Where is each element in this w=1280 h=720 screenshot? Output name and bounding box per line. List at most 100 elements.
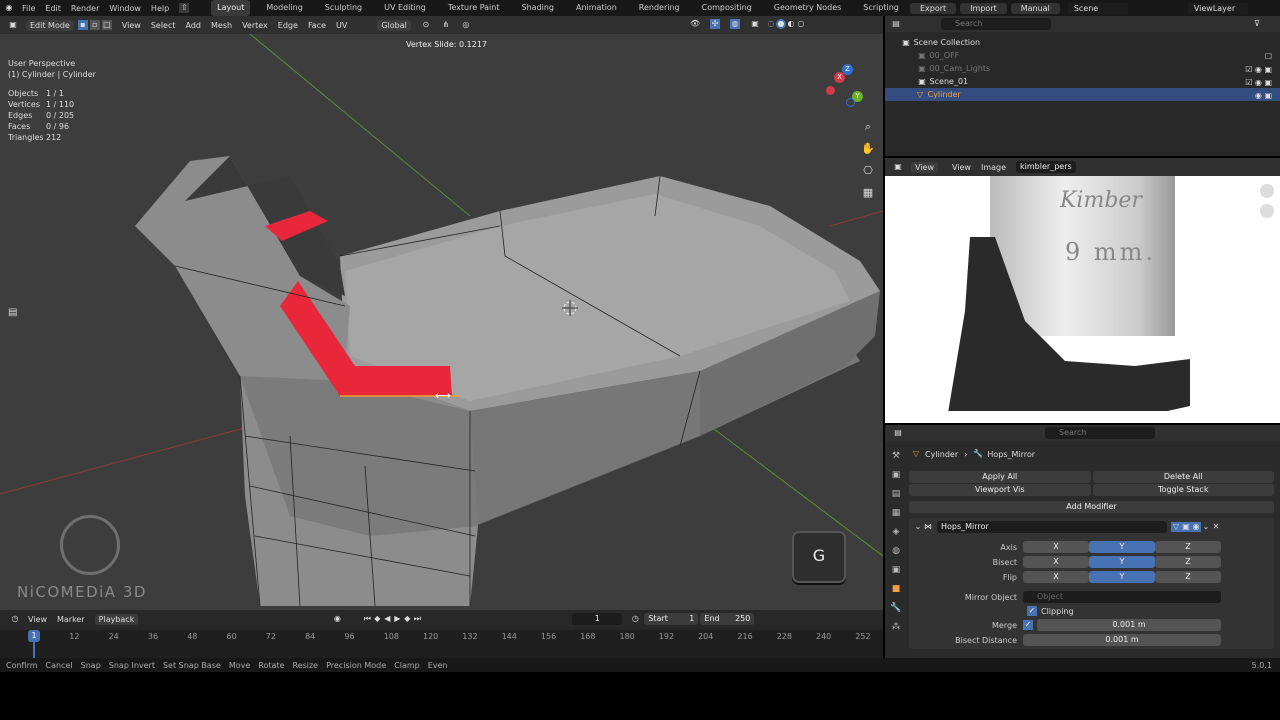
checkbox-icon[interactable]: ☐ — [1265, 52, 1272, 61]
modifier-name-field[interactable]: Hops_Mirror — [937, 521, 1167, 533]
image-name-field[interactable]: kimbler_pers — [1016, 161, 1077, 173]
delete-all-button[interactable]: Delete All — [1092, 471, 1274, 483]
menu-edit[interactable]: Edit — [45, 4, 61, 13]
menu-vertex[interactable]: Vertex — [242, 21, 268, 30]
dropdown-icon[interactable]: ⌄ — [1201, 522, 1211, 532]
gizmo-neg-z[interactable] — [846, 98, 855, 107]
scene-selector[interactable]: Scene — [1067, 2, 1128, 14]
outliner-scene-collection[interactable]: ▣ Scene Collection — [901, 36, 1280, 49]
clock-icon[interactable]: ◷ — [10, 614, 20, 624]
menu-view[interactable]: View — [122, 21, 141, 30]
zoom-icon[interactable] — [1260, 184, 1274, 198]
tool-tab-icon[interactable]: ⚒ — [889, 447, 903, 466]
shading-wireframe-icon[interactable]: ◌ — [766, 19, 776, 29]
export-button[interactable]: Export — [910, 2, 957, 14]
outliner-item[interactable]: ▣ 00_Cam_Lights — [901, 62, 1280, 75]
visibility-icon[interactable]: 👁 — [690, 19, 700, 29]
clipping-checkbox[interactable]: ✓ — [1027, 606, 1037, 616]
next-key-icon[interactable]: ◆ — [402, 614, 412, 624]
vertex-select-icon[interactable]: ▪ — [77, 20, 88, 30]
snap-icon[interactable]: ⋔ — [441, 20, 451, 30]
collection-tab-icon[interactable]: ▣ — [889, 561, 903, 580]
flip-x[interactable]: X — [1023, 571, 1089, 583]
toolbar-toggle-icon[interactable]: ▤ — [8, 307, 17, 318]
outliner-item[interactable]: ▣ Scene_01 — [901, 75, 1280, 88]
menu-select[interactable]: Select — [151, 21, 176, 30]
shading-material-icon[interactable]: ◐ — [786, 19, 796, 29]
overlay-toggle-icon[interactable]: ◍ — [730, 19, 740, 29]
mirror-object-field[interactable]: Object — [1023, 591, 1221, 603]
end-frame-field[interactable]: End 250 — [700, 613, 755, 625]
toggle-stack-button[interactable]: Toggle Stack — [1092, 484, 1274, 496]
timeline-menu-view[interactable]: View — [28, 615, 47, 624]
image-view-mode[interactable]: View — [911, 161, 938, 173]
menu-face[interactable]: Face — [308, 21, 326, 30]
tab-shading[interactable]: Shading — [515, 0, 560, 16]
viewport-3d[interactable]: ⟷ — [0, 16, 883, 610]
menu-render[interactable]: Render — [71, 4, 99, 13]
timeline-ruler[interactable]: 1 12 24 36 48 60 72 84 96 108 120 132 144 156 168 180 19… — [0, 630, 883, 658]
axis-y[interactable]: Y — [1089, 541, 1155, 553]
scene-tab-icon[interactable]: ◈ — [889, 523, 903, 542]
merge-distance-field[interactable]: 0.001 m — [1037, 619, 1221, 631]
modifier-tab-icon[interactable]: 🔧 — [889, 599, 903, 618]
jump-start-icon[interactable]: ⏮ — [362, 614, 372, 624]
outliner-editor-icon[interactable]: ▤ — [891, 19, 901, 29]
gizmo-x[interactable]: X — [834, 72, 845, 83]
view-layer-tab-icon[interactable]: ▦ — [889, 504, 903, 523]
tab-uv-editing[interactable]: UV Editing — [378, 0, 432, 16]
camera-icon[interactable]: ▣ — [1264, 91, 1272, 100]
stopwatch-icon[interactable]: ◷ — [630, 614, 640, 624]
shading-solid-icon[interactable]: ● — [776, 19, 786, 29]
properties-search[interactable]: Search — [1045, 427, 1155, 439]
timeline-menu-marker[interactable]: Marker — [57, 615, 85, 624]
menu-window[interactable]: Window — [109, 4, 141, 13]
navigation-gizmo[interactable]: Z X Y — [822, 62, 870, 110]
bisect-z[interactable]: Z — [1155, 556, 1221, 568]
edge-select-icon[interactable]: ▫ — [89, 20, 100, 30]
outliner-search[interactable]: Search — [941, 18, 1051, 30]
render-tab-icon[interactable]: ▣ — [889, 466, 903, 485]
checkbox-icon[interactable]: ☑ — [1245, 65, 1252, 74]
collapse-icon[interactable]: ⌄ — [913, 522, 923, 532]
jump-end-icon[interactable]: ⏭ — [412, 614, 422, 624]
tab-rendering[interactable]: Rendering — [633, 0, 686, 16]
menu-file[interactable]: File — [22, 4, 35, 13]
prev-key-icon[interactable]: ◆ — [372, 614, 382, 624]
proportional-edit-icon[interactable]: ◎ — [461, 20, 471, 30]
timeline-menu-playback[interactable]: Playback — [94, 613, 139, 625]
render-toggle-icon[interactable]: ◉ — [1191, 522, 1201, 532]
viewport-vis-button[interactable]: Viewport Vis — [909, 484, 1091, 496]
tab-animation[interactable]: Animation — [570, 0, 623, 16]
flip-y[interactable]: Y — [1089, 571, 1155, 583]
mode-selector[interactable]: Edit Mode — [26, 19, 74, 31]
view-layer-selector[interactable]: ViewLayer — [1187, 2, 1248, 14]
face-select-icon[interactable]: □ — [101, 20, 112, 30]
pan-hand-icon[interactable]: ✋ — [861, 138, 875, 160]
flip-z[interactable]: Z — [1155, 571, 1221, 583]
tab-compositing[interactable]: Compositing — [696, 0, 758, 16]
tab-scripting[interactable]: Scripting — [857, 0, 905, 16]
outliner-item[interactable]: ▣ 00_OFF — [901, 49, 1280, 62]
eye-icon[interactable]: ◉ — [1255, 91, 1262, 100]
zoom-icon[interactable]: ⌕ — [861, 116, 875, 138]
current-frame-field[interactable]: 1 — [572, 613, 623, 625]
properties-editor-icon[interactable]: ▤ — [893, 428, 903, 438]
bisect-x[interactable]: X — [1023, 556, 1089, 568]
camera-icon[interactable]: ▣ — [1264, 78, 1272, 87]
transform-orientation[interactable]: Global — [377, 19, 411, 31]
manual-button[interactable]: Manual — [1010, 2, 1060, 14]
grid-icon[interactable]: ▦ — [861, 182, 875, 204]
eye-icon[interactable]: ◉ — [1255, 78, 1262, 87]
blender-logo-icon[interactable]: ◉ — [4, 3, 14, 13]
keying-icon[interactable]: ◉ — [332, 614, 342, 624]
gizmo-neg-x[interactable] — [826, 86, 835, 95]
tab-layout[interactable]: Layout — [211, 0, 251, 16]
apply-all-button[interactable]: Apply All — [909, 471, 1091, 483]
start-frame-field[interactable]: Start 1 — [644, 613, 699, 625]
bisect-distance-field[interactable]: 0.001 m — [1023, 634, 1221, 646]
xray-icon[interactable]: ▣ — [750, 19, 760, 29]
object-tab-icon[interactable]: ■ — [889, 580, 903, 599]
viewport-toggle-icon[interactable]: ▣ — [1181, 522, 1191, 532]
tab-modeling[interactable]: Modeling — [260, 0, 308, 16]
